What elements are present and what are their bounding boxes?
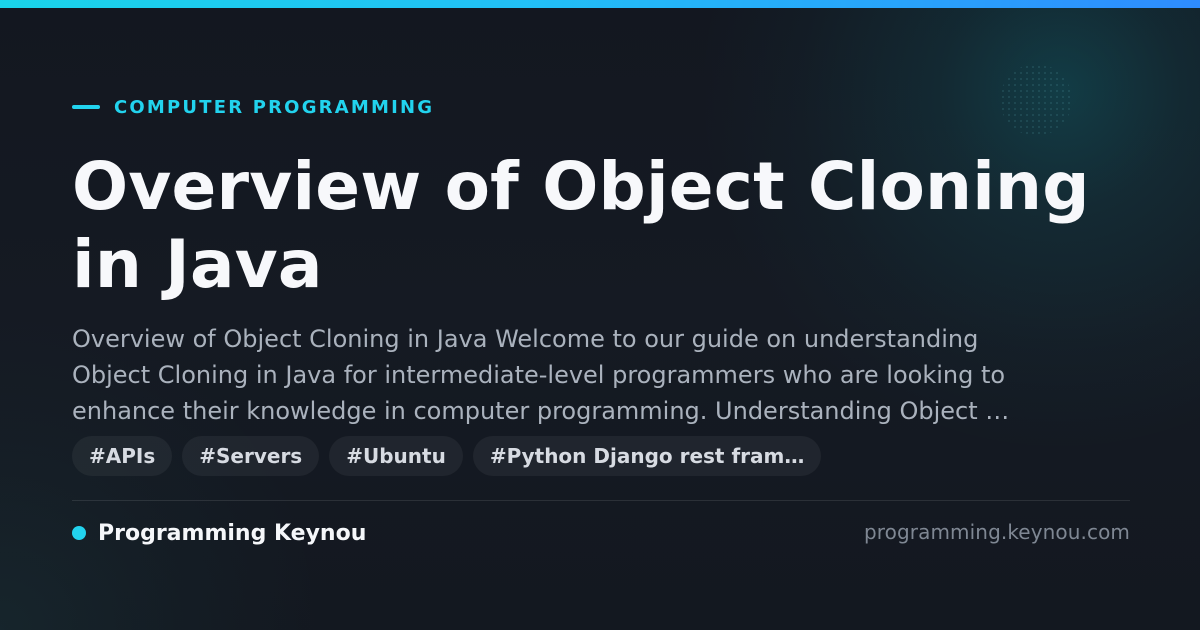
tag-servers[interactable]: #Servers — [182, 436, 320, 476]
category-accent-line — [72, 105, 100, 109]
decorative-dot-pattern — [1000, 64, 1072, 136]
tag-python-django-rest-framework[interactable]: #Python Django rest fram… — [472, 436, 822, 476]
tag-list: #APIs #Servers #Ubuntu #Python Django re… — [72, 436, 822, 476]
footer: Programming Keynou programming.keynou.co… — [72, 519, 1130, 547]
tag-ubuntu[interactable]: #Ubuntu — [329, 436, 463, 476]
site-domain[interactable]: programming.keynou.com — [864, 520, 1130, 544]
brand[interactable]: Programming Keynou — [72, 519, 366, 547]
top-accent-strip — [0, 0, 1200, 8]
description-line: Overview of Object Cloning in Java Welco… — [72, 325, 979, 353]
brand-dot-icon — [72, 526, 86, 540]
article-description: Overview of Object Cloning in Java Welco… — [72, 321, 1112, 429]
description-line: Object Cloning in Java for intermediate-… — [72, 361, 1006, 389]
category-text: COMPUTER PROGRAMMING — [114, 96, 435, 118]
tag-apis[interactable]: #APIs — [72, 436, 173, 476]
brand-name: Programming Keynou — [98, 520, 367, 546]
footer-divider — [72, 500, 1130, 501]
page-title: Overview of Object Cloning in Java — [72, 148, 1090, 303]
category-label: COMPUTER PROGRAMMING — [72, 95, 434, 119]
description-line: enhance their knowledge in computer prog… — [72, 397, 1010, 425]
